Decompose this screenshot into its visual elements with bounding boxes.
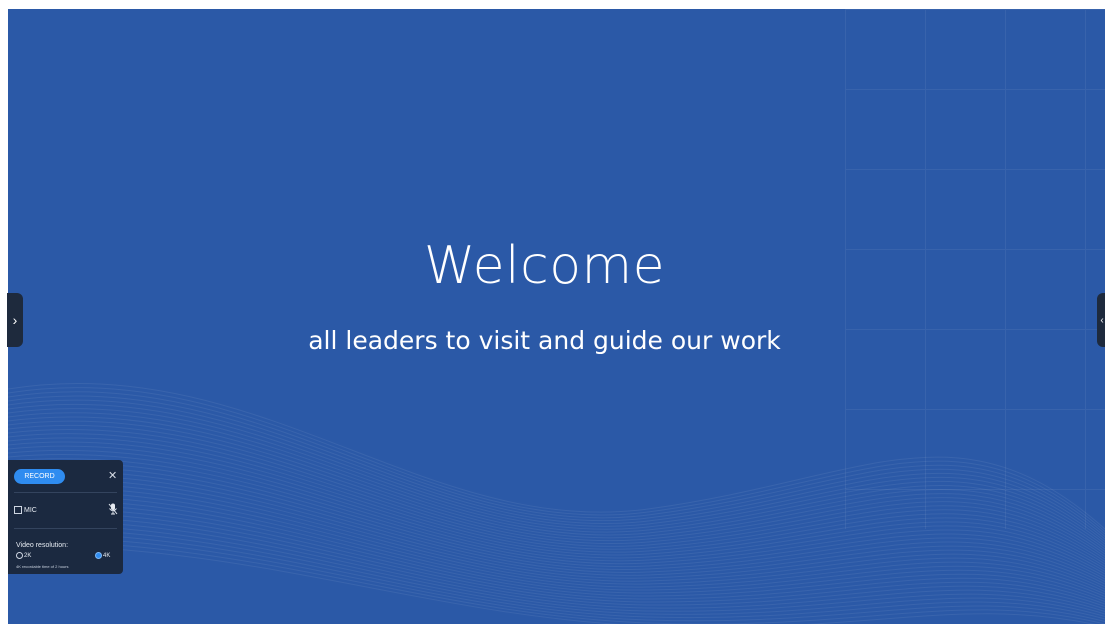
record-button[interactable]: RECORD — [14, 469, 65, 484]
divider — [14, 528, 117, 529]
chevron-right-icon: › — [12, 312, 18, 328]
close-icon[interactable]: ✕ — [108, 469, 117, 483]
mic-toggle[interactable]: MIC — [14, 506, 37, 514]
option-label: 4K — [103, 552, 111, 559]
right-expand-tab[interactable]: ‹ — [1097, 293, 1105, 347]
mic-muted-icon[interactable] — [108, 503, 118, 515]
wave-decoration — [8, 383, 1105, 624]
record-panel: RECORD ✕ MIC Video resolution: 2K 4K 4K … — [8, 460, 123, 574]
recordable-time-note: 4K recordable time of 2 hours — [16, 564, 69, 569]
video-resolution-label: Video resolution: — [16, 542, 69, 549]
welcome-subtitle: all leaders to visit and guide our work — [308, 326, 781, 355]
resolution-option-4k[interactable]: 4K — [95, 552, 110, 559]
radio-4k[interactable] — [95, 552, 102, 559]
option-label: 2K — [24, 552, 32, 559]
wave-line — [8, 487, 1105, 592]
radio-2k[interactable] — [16, 552, 23, 559]
mic-checkbox[interactable] — [14, 506, 22, 514]
wave-line — [8, 483, 1105, 590]
wave-line — [8, 507, 1105, 605]
mic-label: MIC — [24, 506, 37, 514]
chevron-left-icon: ‹ — [1100, 314, 1104, 326]
welcome-title: Welcome — [423, 236, 666, 296]
divider — [14, 492, 117, 493]
resolution-option-2k[interactable]: 2K — [16, 552, 31, 559]
left-expand-tab[interactable]: › — [7, 293, 23, 347]
slide-canvas — [8, 9, 1105, 624]
